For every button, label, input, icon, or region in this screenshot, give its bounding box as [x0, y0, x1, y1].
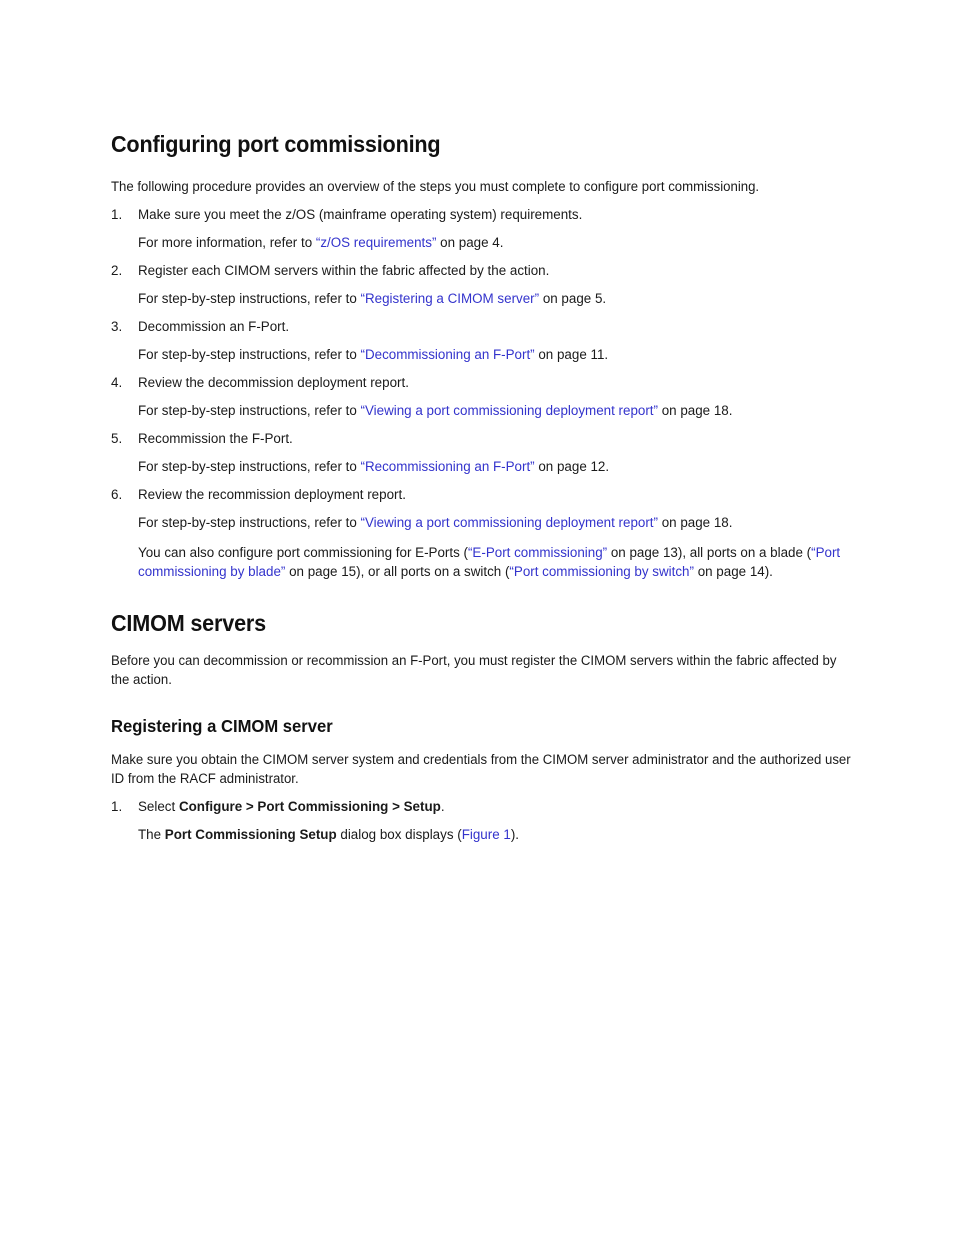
- list-item-text: Review the decommission deployment repor…: [138, 375, 409, 390]
- dialog-name-bold: Port Commissioning Setup: [164, 827, 337, 842]
- cross-reference-link[interactable]: “z/OS requirements”: [316, 235, 437, 250]
- detail-prefix: For step-by-step instructions, refer to: [138, 291, 361, 306]
- list-item-number: 3.: [111, 319, 123, 334]
- cross-reference-link[interactable]: “Viewing a port commissioning deployment…: [361, 515, 658, 530]
- section2-intro-paragraph: Before you can decommission or recommiss…: [111, 652, 837, 688]
- list-item: 2. Register each CIMOM servers within th…: [111, 261, 868, 281]
- list-item-detail: For step-by-step instructions, refer to …: [111, 513, 868, 533]
- list-item-detail: The Port Commissioning Setup dialog box …: [111, 825, 868, 845]
- subsection-heading-registering-a-cimom-server: Registering a CIMOM server: [111, 715, 333, 736]
- closing-part-3: on page 15), or all ports on a switch (: [285, 564, 510, 579]
- document-page: Configuring port commissioning The follo…: [0, 0, 954, 1235]
- page-content: Configuring port commissioning The follo…: [111, 130, 868, 845]
- detail-middle: dialog box displays (: [336, 827, 462, 842]
- detail-prefix: For step-by-step instructions, refer to: [138, 347, 361, 362]
- closing-part-4: on page 14).: [693, 564, 773, 579]
- list-item-number: 2.: [111, 263, 123, 278]
- list-item-detail: For more information, refer to “z/OS req…: [111, 233, 868, 253]
- subsection-intro-paragraph: Make sure you obtain the CIMOM server sy…: [111, 751, 851, 787]
- detail-suffix: ).: [510, 827, 520, 842]
- detail-suffix: on page 18.: [657, 515, 733, 530]
- cross-reference-link[interactable]: “Viewing a port commissioning deployment…: [361, 403, 658, 418]
- detail-prefix: For step-by-step instructions, refer to: [138, 403, 361, 418]
- closing-part-1: You can also configure port commissionin…: [138, 544, 468, 560]
- list-item-detail: For step-by-step instructions, refer to …: [111, 401, 868, 421]
- step-suffix: .: [440, 799, 445, 814]
- closing-part-2: on page 13), all ports on a blade (: [607, 544, 812, 560]
- list-item-text: Make sure you meet the z/OS (mainframe o…: [138, 207, 583, 222]
- detail-suffix: on page 5.: [539, 291, 607, 306]
- list-item: 6. Review the recommission deployment re…: [111, 485, 868, 505]
- detail-suffix: on page 11.: [534, 347, 609, 362]
- list-item-detail: For step-by-step instructions, refer to …: [111, 289, 868, 309]
- list-item-number: 4.: [111, 375, 123, 390]
- cross-reference-link[interactable]: “Decommissioning an F-Port”: [361, 347, 535, 362]
- cross-reference-link-eport[interactable]: “E-Port commissioning”: [468, 545, 607, 560]
- list-item-text: Decommission an F-Port.: [138, 319, 290, 334]
- section-heading-configuring-port-commissioning: Configuring port commissioning: [111, 131, 441, 157]
- section1-intro-paragraph: The following procedure provides an over…: [111, 179, 760, 194]
- list-item-text: Review the recommission deployment repor…: [138, 487, 406, 502]
- list-item: 5. Recommission the F-Port.: [111, 429, 868, 449]
- figure-reference-link[interactable]: Figure 1: [462, 827, 511, 842]
- list-item-number: 5.: [111, 431, 123, 446]
- list-item: 1. Select Configure > Port Commissioning…: [111, 797, 868, 817]
- list-item-text: Recommission the F-Port.: [138, 431, 293, 446]
- list-item: 4. Review the decommission deployment re…: [111, 373, 868, 393]
- detail-prefix: For more information, refer to: [138, 235, 316, 250]
- list-item-detail: For step-by-step instructions, refer to …: [111, 457, 868, 477]
- list-item-number: 1.: [111, 207, 123, 222]
- detail-prefix: For step-by-step instructions, refer to: [138, 515, 361, 530]
- list-item: 3. Decommission an F-Port.: [111, 317, 868, 337]
- menu-path-bold: Configure > Port Commissioning > Setup: [178, 799, 441, 814]
- cross-reference-link[interactable]: “Recommissioning an F-Port”: [361, 459, 535, 474]
- cross-reference-link[interactable]: “Registering a CIMOM server”: [361, 291, 540, 306]
- list-item-number: 1.: [111, 799, 123, 814]
- step-prefix: Select: [138, 799, 179, 814]
- closing-paragraph: You can also configure port commissionin…: [111, 543, 868, 582]
- list-item: 1. Make sure you meet the z/OS (mainfram…: [111, 205, 868, 225]
- detail-suffix: on page 4.: [436, 235, 504, 250]
- list-item-detail: For step-by-step instructions, refer to …: [111, 345, 868, 365]
- detail-prefix: For step-by-step instructions, refer to: [138, 459, 361, 474]
- cross-reference-link-switch[interactable]: “Port commissioning by switch”: [509, 564, 694, 579]
- detail-suffix: on page 12.: [534, 459, 610, 474]
- section-heading-cimom-servers: CIMOM servers: [111, 609, 266, 636]
- detail-suffix: on page 18.: [657, 403, 733, 418]
- list-item-text: Register each CIMOM servers within the f…: [138, 263, 550, 278]
- list-item-number: 6.: [111, 487, 123, 502]
- detail-prefix: The: [138, 827, 165, 842]
